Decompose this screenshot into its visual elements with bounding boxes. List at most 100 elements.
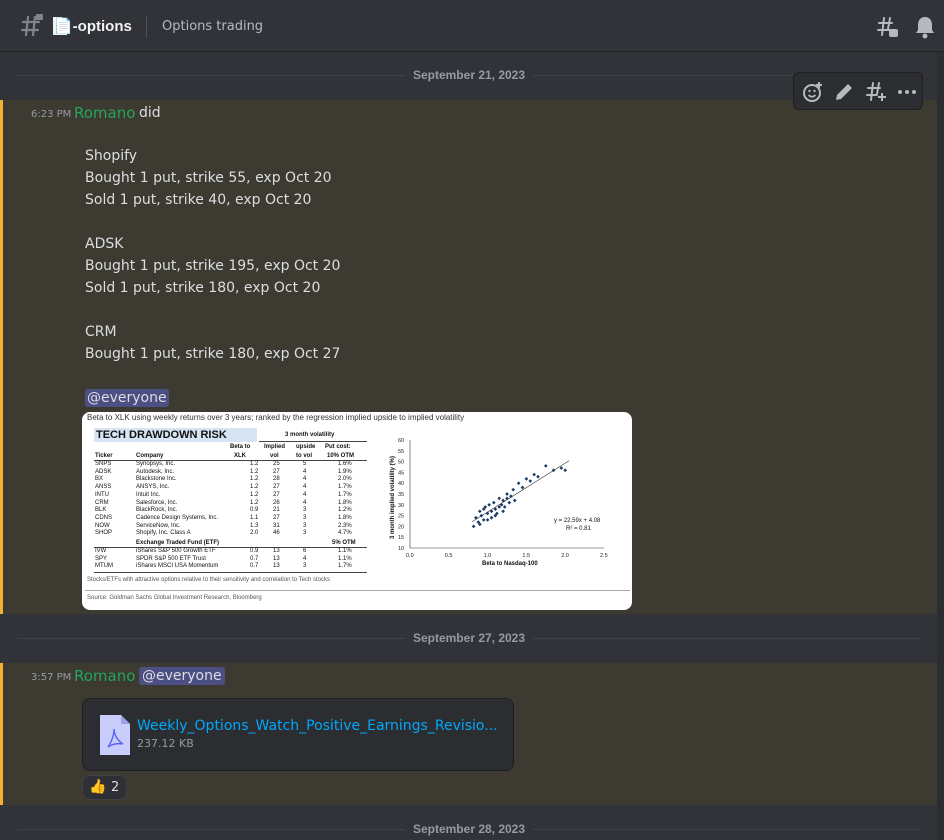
table-cell: 3 <box>303 514 307 521</box>
ticker-cell: NOW <box>95 522 110 529</box>
table-cell: 46 <box>273 530 280 537</box>
date-label: September 21, 2023 <box>404 67 534 83</box>
table-cell: Intuit Inc. <box>136 491 161 498</box>
notification-bell-icon[interactable] <box>914 15 936 39</box>
table-cell: 1.2 <box>250 461 259 467</box>
y-tick-label: 45 <box>398 470 404 476</box>
table-cell: 25 <box>273 461 280 467</box>
scatter-point <box>509 494 513 498</box>
table-cell: 4 <box>303 499 307 506</box>
message-timestamp[interactable]: 3:57 PM <box>31 672 71 683</box>
more-options-icon[interactable] <box>896 81 918 103</box>
table-cell: 1.2 <box>250 468 259 475</box>
table-cell: Autodesk, Inc. <box>136 468 175 475</box>
table-cell: SPDR S&P 500 ETF Trust <box>136 555 206 562</box>
table-cell: Blackstone Inc. <box>136 476 177 483</box>
table-cell: 3 <box>303 522 307 529</box>
scatter-point <box>528 479 533 483</box>
table-cell: ANSYS, Inc. <box>136 484 170 491</box>
table-cell: 1.2 <box>250 484 259 491</box>
everyone-mention[interactable]: @everyone <box>139 667 225 685</box>
etf-otm: 5% OTM <box>332 540 356 546</box>
table-cell: 1.7% <box>338 491 352 498</box>
x-tick-label: 1.5 <box>522 553 530 559</box>
threads-icon[interactable] <box>875 15 899 39</box>
scatter-point <box>501 509 505 514</box>
table-cell: 26 <box>273 499 280 506</box>
y-tick-label: 25 <box>398 514 404 520</box>
table-cell: 6 <box>303 548 307 554</box>
scatter-point <box>491 500 496 505</box>
create-thread-icon[interactable] <box>865 81 887 103</box>
table-cell: 1.7% <box>338 484 352 491</box>
table-group-header: 3 month volatility <box>285 432 335 438</box>
message-text: did <box>139 105 161 121</box>
ticker-cell: ADSK <box>95 468 112 475</box>
scatter-point <box>499 502 504 507</box>
table-cell: 1.1% <box>338 548 352 554</box>
etf-header: Exchange Traded Fund (ETF) <box>136 540 220 546</box>
scatter-point <box>512 498 517 503</box>
ticker-cell: SNPS <box>95 461 112 467</box>
message-line: Bought 1 put, strike 195, exp Oct 20 <box>85 258 341 274</box>
x-tick-label: 2.5 <box>600 553 608 559</box>
table-cell: 1.1 <box>250 514 259 521</box>
ticker-cell: ANSS <box>95 484 112 491</box>
message-author[interactable]: Romano <box>74 104 135 122</box>
table-cell: 1.3 <box>250 522 259 529</box>
scrollbar-track[interactable] <box>937 52 944 840</box>
ticker-cell: BLK <box>95 507 107 514</box>
table-cell: 1.2 <box>250 476 259 483</box>
file-attachment[interactable]: Weekly_Options_Watch_Positive_Earnings_R… <box>82 698 514 771</box>
table-cell: 3 <box>303 507 307 514</box>
table-cell: 31 <box>273 522 280 529</box>
table-cell: 13 <box>273 548 280 554</box>
table-cell: 4 <box>303 468 307 475</box>
message-author[interactable]: Romano <box>74 667 135 685</box>
col-header: Beta to <box>230 444 251 450</box>
edit-pencil-icon[interactable] <box>833 81 855 103</box>
everyone-mention[interactable]: @everyone <box>85 389 169 407</box>
message-line: CRM <box>85 324 117 340</box>
channel-name[interactable]: 📄-options <box>54 17 132 35</box>
add-reaction-icon[interactable] <box>802 81 824 103</box>
date-label: September 27, 2023 <box>404 630 534 646</box>
message-timestamp[interactable]: 6:23 PM <box>31 109 71 120</box>
file-name-link[interactable]: Weekly_Options_Watch_Positive_Earnings_R… <box>137 718 498 734</box>
table-cell: 1.6% <box>338 461 352 467</box>
scatter-point <box>474 515 478 520</box>
col-header: Ticker <box>95 453 113 459</box>
ticker-cell: SHOP <box>95 530 113 537</box>
scatter-point <box>520 485 525 490</box>
scatter-point <box>485 511 490 516</box>
table-cell: 27 <box>273 484 280 491</box>
table-cell: 4.7% <box>338 530 352 537</box>
pdf-file-icon <box>100 715 130 755</box>
scatter-point <box>478 509 482 514</box>
message-actions-bar <box>793 72 923 110</box>
table-cell: 1.8% <box>338 499 352 506</box>
table-cell: 21 <box>273 507 280 514</box>
channel-topic[interactable]: Options trading <box>162 19 263 34</box>
message-line: Bought 1 put, strike 180, exp Oct 27 <box>85 346 341 362</box>
ticker-cell: IVW <box>95 548 107 554</box>
attached-image[interactable]: Beta to XLK using weekly returns over 3 … <box>82 412 632 610</box>
y-tick-label: 20 <box>398 524 404 530</box>
scatter-point <box>507 500 512 505</box>
message-line: ADSK <box>85 236 124 252</box>
table-cell: 3 <box>303 530 307 537</box>
image-source: Source: Goldman Sachs Global Investment … <box>87 595 262 601</box>
x-tick-label: 0.5 <box>445 553 453 559</box>
reaction-thumbs-up[interactable]: 👍 2 <box>82 775 127 800</box>
image-caption: Beta to XLK using weekly returns over 3 … <box>87 413 465 422</box>
table-cell: Synopsys, Inc. <box>136 461 176 467</box>
scatter-point <box>481 518 486 522</box>
col-header: Implied <box>264 444 286 450</box>
ticker-cell: INTU <box>95 491 109 498</box>
col-header: vol <box>270 453 279 459</box>
table-cell: 5 <box>303 461 307 467</box>
table-cell: 3 <box>303 563 307 570</box>
table-cell: iShares MSCI USA Momentum <box>136 563 219 570</box>
table-cell: 4 <box>303 491 307 498</box>
y-tick-label: 60 <box>398 438 404 444</box>
